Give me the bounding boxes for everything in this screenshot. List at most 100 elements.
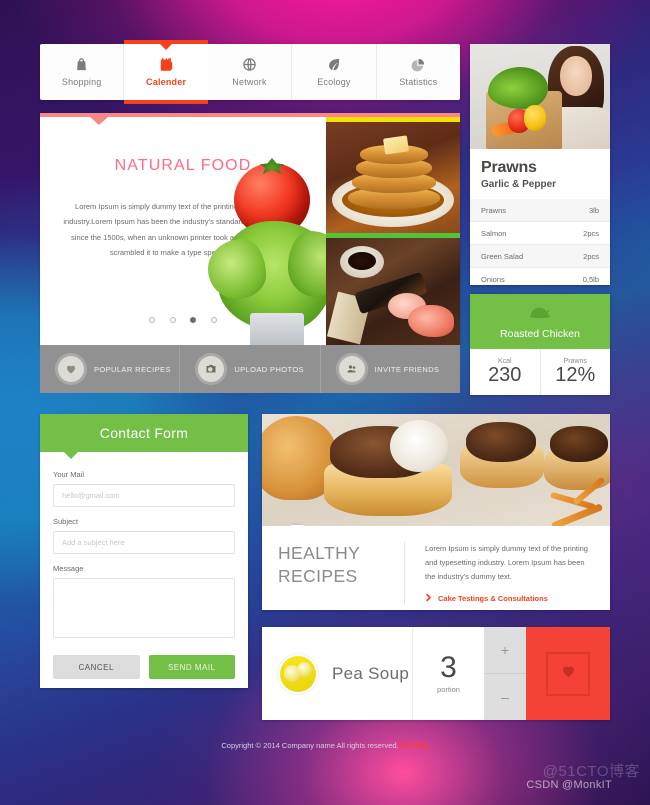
recipe-card: Prawns Garlic & Pepper Prawns 3lb Salmon… xyxy=(470,44,610,285)
favorite-button[interactable] xyxy=(526,627,610,720)
slider-dot[interactable] xyxy=(210,316,217,323)
ingredient-amount: 3lb xyxy=(588,205,599,215)
recipe-photo xyxy=(470,44,610,149)
nutrition-stats-card: Roasted Chicken Kcal 230 Prawns 12% xyxy=(470,294,610,395)
burger-photo xyxy=(262,414,610,526)
ingredient-row: Onions 0,5lb xyxy=(470,268,610,285)
contact-form-title: Contact Form xyxy=(99,425,189,441)
slider-dot-active[interactable] xyxy=(190,316,197,323)
footer-cn-suffix: 网页模板 xyxy=(398,741,429,750)
camera-icon xyxy=(198,356,225,382)
ingredient-list: Prawns 3lb Salmon 2pcs Green Salad 2pcs … xyxy=(470,199,610,285)
ingredient-name: Green Salad xyxy=(481,251,524,261)
tab-label: Shopping xyxy=(61,77,102,87)
thumbnail-sushi[interactable] xyxy=(326,233,460,345)
ingredient-amount: 0,5lb xyxy=(582,275,599,284)
ingredient-amount: 2pcs xyxy=(583,228,599,238)
greens-graphic xyxy=(488,67,548,109)
portion-count: 3 xyxy=(440,651,457,684)
subject-field-label: Subject xyxy=(53,517,79,526)
healthy-recipes-detail: Lorem Ipsum is simply dummy text of the … xyxy=(404,542,594,604)
calendar-icon xyxy=(159,57,174,72)
tab-calender[interactable]: Calender xyxy=(124,40,208,104)
pea-soup-counter-card: Pea Soup 3 portion + – xyxy=(262,627,610,720)
soup-name: Pea Soup xyxy=(332,663,410,683)
recipe-title: Prawns xyxy=(481,159,537,176)
action-popular-recipes[interactable]: POPULAR RECIPES xyxy=(40,345,181,393)
slide-content: NATURAL FOOD Lorem Ipsum is simply dummy… xyxy=(40,117,344,345)
watermark-secondary: CSDN @MonkIT xyxy=(526,779,612,791)
stat-kcal: Kcal 230 xyxy=(470,349,541,395)
slider-notch xyxy=(90,117,108,125)
portion-unit: portion xyxy=(437,685,460,694)
contact-form-card: Contact Form Your Mail Subject Message C… xyxy=(40,414,248,688)
portion-display: 3 portion xyxy=(412,627,484,720)
healthy-title-line-2: RECIPES xyxy=(278,565,358,586)
subject-field[interactable] xyxy=(53,531,235,554)
leaf-icon xyxy=(326,57,341,72)
card-notch xyxy=(290,525,304,532)
shopping-bag-icon xyxy=(74,57,89,72)
cancel-button[interactable]: CANCEL xyxy=(53,655,140,679)
footer: Copyright © 2014 Company name All rights… xyxy=(0,740,650,751)
soup-info: Pea Soup xyxy=(262,627,412,720)
copyright-text: Copyright © 2014 Company name All rights… xyxy=(221,741,399,750)
tab-label: Statistics xyxy=(399,77,438,87)
quick-action-bar: POPULAR RECIPES UPLOAD PHOTOS INVITE FRI… xyxy=(40,345,460,393)
ingredient-name: Salmon xyxy=(481,228,507,238)
patty-graphic xyxy=(550,426,608,462)
main-tabbar: Shopping Calender Network Ecology Statis… xyxy=(40,40,460,104)
patty-graphic xyxy=(466,422,536,462)
page-root: Shopping Calender Network Ecology Statis… xyxy=(0,0,650,805)
increment-button[interactable]: + xyxy=(484,627,526,674)
action-upload-photos[interactable]: UPLOAD PHOTOS xyxy=(180,345,321,393)
healthy-recipes-text: Lorem Ipsum is simply dummy text of the … xyxy=(425,544,588,581)
healthy-recipes-body: HEALTHY RECIPES Lorem Ipsum is simply du… xyxy=(262,525,610,604)
ingredient-name: Onions xyxy=(481,275,505,284)
slide-title: NATURAL FOOD xyxy=(114,157,252,174)
roast-chicken-icon xyxy=(527,303,553,325)
action-label: INVITE FRIENDS xyxy=(374,364,440,374)
tab-label: Calender xyxy=(146,77,187,87)
soy-bowl-graphic xyxy=(340,246,384,278)
stat-prawns: Prawns 12% xyxy=(541,349,611,395)
thumbnail-pancakes[interactable] xyxy=(326,117,460,233)
stats-card-title: Roasted Chicken xyxy=(500,328,580,340)
action-invite-friends[interactable]: INVITE FRIENDS xyxy=(321,345,460,393)
slider-dot[interactable] xyxy=(149,316,156,323)
slide-text: Lorem Ipsum is simply dummy text of the … xyxy=(63,202,303,258)
pancakes-photo xyxy=(326,122,460,233)
slider-dot[interactable] xyxy=(169,316,176,323)
send-mail-button[interactable]: SEND MAIL xyxy=(148,655,235,679)
tab-statistics[interactable]: Statistics xyxy=(377,44,460,100)
users-icon xyxy=(338,356,365,382)
fry-graphic xyxy=(550,503,604,526)
heart-icon xyxy=(58,356,84,382)
sushi-photo xyxy=(326,238,460,345)
tab-network[interactable]: Network xyxy=(208,44,293,100)
mail-field-label: Your Mail xyxy=(53,470,84,479)
healthy-recipes-title: HEALTHY RECIPES xyxy=(278,542,404,604)
message-field-label: Message xyxy=(53,564,84,573)
cake-testings-link[interactable]: Cake Testings & Consultations xyxy=(425,593,594,604)
lemon-icon xyxy=(280,655,316,692)
message-field[interactable] xyxy=(53,578,235,638)
decrement-button[interactable]: – xyxy=(484,674,526,720)
stats-card-header: Roasted Chicken xyxy=(470,294,610,349)
recipe-subtitle: Garlic & Pepper xyxy=(481,179,557,190)
watermark-primary: @51CTO博客 xyxy=(542,763,640,780)
tab-ecology[interactable]: Ecology xyxy=(292,44,377,100)
woman-face-graphic xyxy=(560,56,592,96)
contact-form-body: Your Mail Subject Message CANCEL SEND MA… xyxy=(40,452,248,679)
cake-testings-label: Cake Testings & Consultations xyxy=(438,593,548,603)
ingredient-amount: 2pcs xyxy=(583,251,599,261)
contact-form-header: Contact Form xyxy=(40,414,248,459)
cheese-graphic xyxy=(390,420,448,472)
tab-shopping[interactable]: Shopping xyxy=(40,44,125,100)
action-label: POPULAR RECIPES xyxy=(94,364,171,374)
ingredient-row: Salmon 2pcs xyxy=(470,222,610,245)
email-field[interactable] xyxy=(53,484,235,507)
healthy-recipes-card: HEALTHY RECIPES Lorem Ipsum is simply du… xyxy=(262,414,610,610)
ingredient-row: Prawns 3lb xyxy=(470,199,610,222)
recipe-heading: Prawns Garlic & Pepper xyxy=(470,149,610,199)
